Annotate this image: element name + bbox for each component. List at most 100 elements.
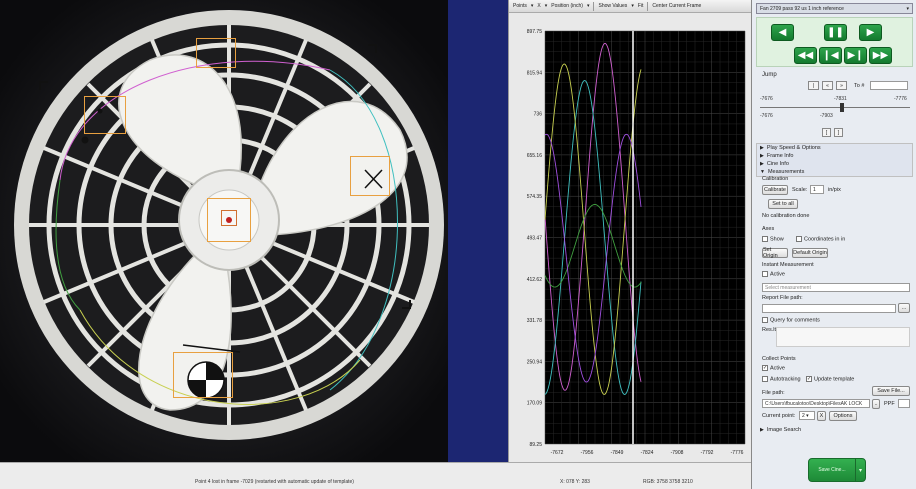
collect-active-checkbox[interactable]: ✓ Active: [762, 365, 785, 371]
section-image-search[interactable]: ▶ Image Search: [760, 427, 801, 433]
fit-button[interactable]: Fit: [638, 3, 644, 9]
scale-input[interactable]: 1: [810, 185, 824, 194]
report-browse-button[interactable]: ...: [898, 303, 910, 313]
tracking-box-3[interactable]: [350, 156, 390, 196]
jump-forward-button[interactable]: »: [836, 81, 847, 90]
rewind-button[interactable]: ◀◀: [794, 47, 817, 64]
show-values-button[interactable]: Show Values: [598, 3, 627, 9]
result-label: Res.lt: [762, 327, 777, 333]
step-back-button[interactable]: ❙◀: [819, 47, 842, 64]
y-tick-label: 815.94: [527, 70, 543, 76]
checkbox-icon: [762, 271, 768, 277]
cursor-coordinates: X: 078 Y: 283: [560, 479, 590, 485]
tracking-box-2[interactable]: [196, 38, 236, 68]
x-menu[interactable]: X: [537, 3, 540, 9]
play-button[interactable]: ▶: [859, 24, 882, 41]
x-tick-label: -7792: [701, 450, 714, 456]
slider-mid-bottom-label: -7903: [820, 113, 833, 119]
autotracking-checkbox[interactable]: Autotracking: [762, 376, 801, 382]
report-path-label: Report File path:: [762, 295, 803, 301]
update-template-checkbox[interactable]: ✓ Update template: [806, 376, 854, 382]
calibration-label: Calibration: [762, 176, 789, 182]
file-browse-button[interactable]: ..: [872, 399, 880, 409]
position-chart[interactable]: 897.75 815.94 736 655.16 574.35 493.47 412.62 3…: [509, 13, 752, 462]
instant-measurement-label: Instant Measurement: [762, 262, 814, 268]
points-menu[interactable]: Points: [513, 3, 527, 9]
range-end-button[interactable]: ]: [834, 128, 843, 137]
section-measurements[interactable]: ▼ Measurements: [760, 169, 804, 175]
section-play-speed[interactable]: ▶ Play Speed & Options: [760, 145, 821, 151]
save-cine-label: Save Cine...: [818, 467, 846, 473]
chart-toolbar: Points ▾ X ▾ Position (inch) ▾ Show Values ▾…: [509, 0, 751, 13]
collect-active-label: Active: [770, 365, 785, 372]
set-to-all-button[interactable]: Set to all: [768, 199, 798, 209]
slider-left-bottom-label: -7676: [760, 113, 773, 119]
slider-left-top-label: -7676: [760, 96, 773, 102]
fast-forward-icon: ▶▶: [872, 50, 889, 61]
x-tick-label: -7849: [611, 450, 624, 456]
y-tick-label: 331.78: [527, 318, 543, 324]
options-button[interactable]: Options: [829, 411, 857, 421]
instant-active-checkbox[interactable]: Active: [762, 271, 785, 277]
tracking-box-5[interactable]: [173, 352, 233, 398]
slider-mid-top-label: -7831: [834, 96, 847, 102]
ppf-input[interactable]: [898, 399, 910, 408]
save-file-button[interactable]: Save File...: [872, 386, 910, 396]
file-path-input[interactable]: C:\Users\fbucalotoo\Desktop\FilesAK LOCK: [762, 399, 870, 408]
step-forward-button[interactable]: ▶❙: [844, 47, 867, 64]
ppf-label: PPF: [884, 401, 895, 407]
status-message: Point 4 lost in frame -7029 (restarted w…: [195, 479, 354, 485]
fast-forward-button[interactable]: ▶▶: [869, 47, 892, 64]
play-reverse-button[interactable]: ◀: [771, 24, 794, 41]
jump-first-button[interactable]: |: [808, 81, 819, 90]
pixel-rgb: RGB: 3758 3758 3210: [643, 479, 693, 485]
collapse-arrow-icon: ▼: [760, 169, 765, 175]
x-tick-label: -7824: [641, 450, 654, 456]
x-tick-label: -7908: [671, 450, 684, 456]
jump-to-input[interactable]: [870, 81, 908, 90]
frame-range-slider[interactable]: -7676 -7831 -7776 -7676 -7903: [760, 96, 910, 126]
y-tick-label: 897.75: [527, 29, 543, 35]
pause-button[interactable]: ❚❚: [824, 24, 847, 41]
show-axes-checkbox[interactable]: Show: [762, 236, 784, 242]
report-path-input[interactable]: [762, 304, 896, 313]
app-window: Points ▾ X ▾ Position (inch) ▾ Show Values ▾…: [0, 0, 916, 489]
expand-arrow-icon: ▶: [760, 153, 764, 159]
cine-select[interactable]: Fan 2709 pass 92 us 1 inch reference ▾: [756, 3, 913, 14]
chevron-down-icon[interactable]: ▾: [855, 459, 865, 481]
scale-unit: in/pix: [828, 187, 841, 193]
y-tick-label: 493.47: [527, 236, 543, 242]
default-origin-button[interactable]: Default Origin: [792, 248, 828, 258]
position-menu[interactable]: Position (inch): [551, 3, 583, 9]
section-cine-info[interactable]: ▶ Cine Info: [760, 161, 789, 167]
calibrate-button[interactable]: Calibrate: [762, 185, 788, 195]
scale-label: Scale:: [792, 187, 808, 193]
tracking-box-4-inner[interactable]: [221, 210, 237, 226]
query-comments-label: Query for comments: [770, 317, 820, 324]
range-start-button[interactable]: [: [822, 128, 831, 137]
current-point-select[interactable]: 2 ▾: [799, 411, 815, 420]
query-comments-checkbox[interactable]: Query for comments: [762, 317, 820, 323]
video-frame[interactable]: [0, 0, 448, 462]
slider-thumb[interactable]: [840, 103, 844, 112]
remove-point-button[interactable]: X: [817, 411, 826, 421]
center-frame-button[interactable]: Center Current Frame: [652, 3, 701, 9]
coordinates-checkbox[interactable]: Coordinates in in: [796, 236, 845, 242]
play-reverse-icon: ◀: [778, 27, 787, 38]
save-cine-button[interactable]: Save Cine... ▾: [808, 458, 866, 482]
file-path-label: File path:: [762, 390, 785, 396]
jump-to-label: To #: [854, 83, 865, 89]
toolbar-divider: [593, 1, 595, 11]
expand-arrow-icon: ▶: [760, 145, 764, 151]
status-bar: Point 4 lost in frame -7029 (restarted w…: [0, 462, 751, 489]
tracking-box-1[interactable]: [84, 96, 126, 134]
section-frame-info[interactable]: ▶ Frame Info: [760, 153, 793, 159]
y-tick-label: 655.16: [527, 153, 543, 159]
set-origin-button[interactable]: Set Origin: [762, 247, 788, 259]
pause-icon: ❚❚: [827, 27, 844, 38]
measurement-select[interactable]: Select measurement: [762, 283, 910, 292]
background-strip: [448, 0, 508, 462]
jump-back-button[interactable]: «: [822, 81, 833, 90]
coordinates-label: Coordinates in in: [804, 236, 846, 243]
section-frame-info-label: Frame Info: [766, 153, 794, 159]
